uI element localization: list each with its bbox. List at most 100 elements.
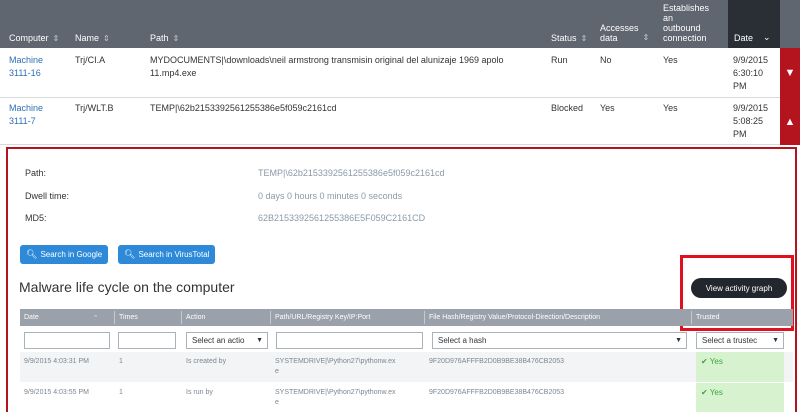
sort-icon: ⇕ xyxy=(103,34,110,43)
event-action: Is run by xyxy=(186,389,213,396)
date-line: 9/9/2015 xyxy=(733,103,769,113)
col-lc-path-label: Path/URL/Registry Key/IP:Port xyxy=(275,314,371,321)
times-filter-input[interactable] xyxy=(118,332,176,349)
col-lc-times-label: Times xyxy=(119,314,138,321)
path-line: SYSTEMDRIVE|\Python27\pythonw.ex xyxy=(275,358,396,365)
action-filter-select[interactable]: Select an actio ▼ xyxy=(186,332,268,349)
dwell-time-value: 0 days 0 hours 0 minutes 0 seconds xyxy=(258,191,403,201)
status-value: Run xyxy=(551,55,568,65)
event-times: 1 xyxy=(119,389,123,396)
table-row[interactable]: 9/9/2015 4:03:31 PM 1 Is created by SYST… xyxy=(20,352,793,382)
date-line: 5:08:25 xyxy=(733,116,764,126)
path-line: e xyxy=(275,399,279,406)
expand-row-button[interactable]: ▼ xyxy=(780,48,800,98)
event-action: Is created by xyxy=(186,358,227,365)
chevron-down-icon: ⌄ xyxy=(763,32,771,42)
table-row[interactable]: Machine 3111-7 Trj/WLT.B TEMP|\62b215339… xyxy=(0,98,780,145)
col-lc-times[interactable]: Times xyxy=(115,309,181,326)
path-value: TEMP|\62b2153392561255386e5f059c2161cd xyxy=(258,168,445,178)
accesses-data-value: Yes xyxy=(600,103,615,113)
computer-link[interactable]: Machine 3111-16 xyxy=(9,54,43,80)
col-computer-label: Computer xyxy=(9,33,49,43)
col-accesses-data[interactable]: Accesses data ⇕ xyxy=(600,0,649,48)
path-filter-input[interactable] xyxy=(276,332,423,349)
path-line: MYDOCUMENTS|\downloads\neil armstrong tr… xyxy=(150,55,504,65)
malware-path: MYDOCUMENTS|\downloads\neil armstrong tr… xyxy=(150,54,545,80)
col-status[interactable]: Status ⇕ xyxy=(551,0,587,48)
col-path[interactable]: Path ⇕ xyxy=(150,0,179,48)
computer-name-line: Machine xyxy=(9,103,44,113)
col-name-label: Name xyxy=(75,33,100,43)
hash-filter-value: Select a hash xyxy=(438,336,487,345)
md5-label: MD5: xyxy=(25,213,47,223)
hash-filter-select[interactable]: Select a hash ▼ xyxy=(432,332,687,349)
malware-detail-panel: Path: TEMP|\62b2153392561255386e5f059c21… xyxy=(6,147,797,412)
search-virustotal-label: Search in VirusTotal xyxy=(138,250,210,259)
view-activity-graph-button[interactable]: View activity graph xyxy=(691,278,787,298)
col-date[interactable]: Date ⌄ xyxy=(728,0,780,48)
computer-link[interactable]: Machine 3111-7 xyxy=(9,102,43,128)
search-google-button[interactable]: 🔍︎ Search in Google xyxy=(20,245,109,264)
path-line: SYSTEMDRIVE|\Python27\pythonw.ex xyxy=(275,389,396,396)
date-line: 9/9/2015 xyxy=(733,55,769,65)
dropdown-arrow-icon: ▼ xyxy=(772,337,779,344)
col-accesses-label-2: data xyxy=(600,33,618,43)
chevron-up-icon: ▲ xyxy=(784,115,796,128)
col-lc-hash-label: File Hash/Registry Value/Protocol-Direct… xyxy=(429,314,601,321)
path-line: e xyxy=(275,368,279,375)
col-accesses-label-1: Accesses xyxy=(600,23,639,33)
md5-value: 62B2153392561255386E5F059C2161CD xyxy=(258,213,426,223)
event-date: 9/9/2015 4:03:31 PM xyxy=(24,358,89,365)
event-path: SYSTEMDRIVE|\Python27\pythonw.ex e xyxy=(275,357,396,377)
date-line: PM xyxy=(733,129,747,139)
malware-path: TEMP|\62b2153392561255386e5f059c2161cd xyxy=(150,102,545,115)
col-lc-date-label: Date xyxy=(24,314,39,321)
computers-table-header: Computer ⇕ Name ⇕ Path ⇕ Status ⇕ Access… xyxy=(0,0,800,48)
search-virustotal-button[interactable]: 🔍︎ Search in VirusTotal xyxy=(118,245,216,264)
trusted-filter-select[interactable]: Select a trustec ▼ xyxy=(696,332,784,349)
outbound-value: Yes xyxy=(663,55,678,65)
path-label: Path: xyxy=(25,168,47,178)
event-date: 9/9/2015 4:03:55 PM xyxy=(24,389,89,396)
col-lc-date[interactable]: Date ⌃ xyxy=(20,309,114,326)
sort-icon: ⇕ xyxy=(580,34,588,43)
path-line: 11.mp4.exe xyxy=(150,68,197,78)
malware-name: Trj/WLT.B xyxy=(75,103,114,113)
col-outbound-label-4: connection xyxy=(663,33,707,43)
col-path-label: Path xyxy=(150,33,169,43)
dwell-time-label: Dwell time: xyxy=(25,191,70,201)
sort-icon: ⇕ xyxy=(642,33,650,42)
path-line: TEMP|\62b2153392561255386e5f059c2161cd xyxy=(150,103,337,113)
col-outbound-label-1: Establishes xyxy=(663,3,710,13)
trusted-filter-value: Select a trustec xyxy=(702,336,758,345)
status-value: Blocked xyxy=(551,103,584,113)
computer-name-line: 3111-16 xyxy=(9,68,41,78)
table-row[interactable]: Machine 3111-16 Trj/CI.A MYDOCUMENTS|\do… xyxy=(0,48,780,98)
search-google-label: Search in Google xyxy=(40,250,103,259)
date-line: 6:30:10 xyxy=(733,68,764,78)
search-icon: 🔍︎ xyxy=(124,249,136,259)
date-value: 9/9/2015 6:30:10 PM xyxy=(733,54,768,93)
date-filter-input[interactable] xyxy=(24,332,110,349)
event-times: 1 xyxy=(119,358,123,365)
date-line: PM xyxy=(733,81,747,91)
col-outbound-label-3: outbound xyxy=(663,23,701,33)
lifecycle-table-header: Date ⌃ Times Action Path/URL/Registry Ke… xyxy=(20,309,793,326)
sort-icon: ⇕ xyxy=(172,34,180,43)
col-name[interactable]: Name ⇕ xyxy=(75,0,110,48)
collapse-row-button[interactable]: ▲ xyxy=(780,98,800,145)
dropdown-arrow-icon: ▼ xyxy=(675,337,682,344)
chevron-down-icon: ▼ xyxy=(784,67,796,79)
search-icon: 🔍︎ xyxy=(26,249,38,259)
computer-name-line: 3111-7 xyxy=(9,116,36,126)
col-outbound[interactable]: Establishes an outbound connection xyxy=(663,0,709,48)
section-title: Malware life cycle on the computer xyxy=(19,279,235,295)
table-row[interactable]: 9/9/2015 4:03:55 PM 1 Is run by SYSTEMDR… xyxy=(20,383,793,412)
accesses-data-value: No xyxy=(600,55,612,65)
col-computer[interactable]: Computer ⇕ xyxy=(9,0,59,48)
col-lc-path[interactable]: Path/URL/Registry Key/IP:Port xyxy=(271,309,424,326)
sort-icon: ⇕ xyxy=(52,34,60,43)
col-lc-hash[interactable]: File Hash/Registry Value/Protocol-Direct… xyxy=(425,309,691,326)
col-lc-trusted[interactable]: Trusted xyxy=(692,309,793,326)
col-lc-action[interactable]: Action xyxy=(182,309,270,326)
